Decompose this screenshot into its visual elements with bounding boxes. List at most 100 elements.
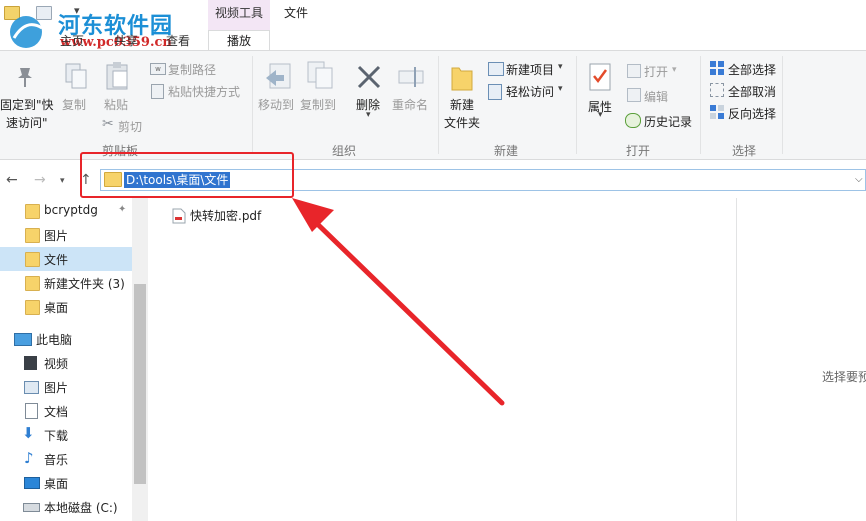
nav-item-documents[interactable]: 文档 <box>0 399 132 423</box>
delete-icon <box>357 65 381 89</box>
paste-shortcut-icon <box>151 84 164 99</box>
properties-icon <box>589 63 611 91</box>
nav-item-label: 桌面 <box>44 301 69 315</box>
nav-item-label: 视频 <box>44 357 69 371</box>
nav-item-this-pc[interactable]: 此电脑 <box>0 327 132 351</box>
nav-item-label: 文件 <box>44 253 69 267</box>
paste-button[interactable]: 粘贴 <box>104 96 128 113</box>
folder-icon <box>25 276 40 291</box>
nav-item-label: bcryptdg <box>44 203 98 217</box>
cut-button[interactable]: 剪切 <box>118 118 142 135</box>
back-arrow-icon[interactable]: ← <box>6 172 18 188</box>
open-dropdown-icon[interactable]: ▾ <box>672 65 677 75</box>
rename-button[interactable]: 重命名 <box>392 96 428 113</box>
documents-icon <box>25 403 38 419</box>
copy-path-button[interactable]: 复制路径 <box>168 61 216 78</box>
pin-quick-access-button[interactable]: 固定到"快 <box>0 96 54 113</box>
pin-icon <box>18 68 32 87</box>
recent-locations-chevron-icon[interactable]: ▾ <box>60 176 65 186</box>
video-icon <box>24 356 37 370</box>
ribbon-separator <box>782 56 783 154</box>
nav-item-label: 新建文件夹 (3) <box>44 277 125 291</box>
folder-icon <box>25 252 40 267</box>
folder-icon <box>25 204 40 219</box>
annotation-highlight-box <box>80 152 294 198</box>
new-folder-button[interactable]: 新建 <box>450 96 474 113</box>
nav-item-bcryptdg[interactable]: bcryptdg ✦ <box>0 199 132 223</box>
select-group-label: 选择 <box>732 144 757 158</box>
move-to-icon <box>266 63 291 89</box>
tab-view[interactable]: 查看 <box>166 32 190 49</box>
nav-item-new-folder-3[interactable]: 新建文件夹 (3) <box>0 271 132 295</box>
open-group-label: 打开 <box>626 144 651 158</box>
folder-icon <box>25 300 40 315</box>
new-item-button[interactable]: 新建项目 <box>506 61 554 78</box>
copy-path-icon: w <box>150 63 166 75</box>
nav-item-label: 桌面 <box>44 477 69 491</box>
organize-group-label: 组织 <box>332 144 357 158</box>
tab-home[interactable]: 主页 <box>60 32 84 49</box>
paste-shortcut-button[interactable]: 粘贴快捷方式 <box>168 83 240 100</box>
new-folder-label-2: 文件夹 <box>444 116 481 130</box>
copy-icon <box>65 63 87 89</box>
nav-item-label: 图片 <box>44 229 69 243</box>
new-group-label: 新建 <box>494 144 519 158</box>
ribbon-separator <box>576 56 577 154</box>
folder-icon <box>25 228 40 243</box>
tab-play[interactable]: 播放 <box>208 30 270 50</box>
paste-icon <box>106 62 128 90</box>
copy-button[interactable]: 复制 <box>62 96 86 113</box>
copy-to-button[interactable]: 复制到 <box>300 96 336 113</box>
preview-pane-divider[interactable] <box>736 198 737 521</box>
context-tab-group-label: 视频工具 <box>214 6 263 20</box>
computer-icon <box>14 333 32 346</box>
forward-arrow-icon[interactable]: → <box>34 172 46 188</box>
nav-pane-scrollbar-thumb[interactable] <box>134 284 146 484</box>
download-icon: ⬇ <box>22 424 35 442</box>
easy-access-dropdown-icon[interactable]: ▾ <box>558 84 563 94</box>
preview-pane-hint: 选择要预 <box>822 370 866 384</box>
select-all-icon <box>710 61 724 75</box>
pin-icon: ✦ <box>118 204 127 215</box>
new-item-icon <box>488 62 504 76</box>
nav-item-desktop-quick[interactable]: 桌面 <box>0 295 132 319</box>
select-all-button[interactable]: 全部选择 <box>728 61 776 78</box>
ribbon-separator <box>700 56 701 154</box>
invert-selection-button[interactable]: 反向选择 <box>728 105 776 122</box>
nav-item-pictures[interactable]: 图片 <box>0 375 132 399</box>
history-icon <box>625 113 641 128</box>
nav-item-files-selected[interactable]: 文件 <box>0 247 132 271</box>
edit-icon <box>627 88 641 102</box>
properties-dropdown-icon[interactable]: ▾ <box>598 110 603 120</box>
nav-item-label: 图片 <box>44 381 69 395</box>
open-button[interactable]: 打开 <box>644 63 668 80</box>
nav-item-music[interactable]: ♪ 音乐 <box>0 447 132 471</box>
nav-item-label: 文档 <box>44 405 69 419</box>
move-to-button[interactable]: 移动到 <box>258 96 294 113</box>
new-item-dropdown-icon[interactable]: ▾ <box>558 62 563 72</box>
history-button[interactable]: 历史记录 <box>644 113 692 130</box>
nav-item-local-disk-c[interactable]: 本地磁盘 (C:) <box>0 495 132 519</box>
pdf-file-icon <box>172 208 186 224</box>
music-icon: ♪ <box>24 449 34 467</box>
rename-icon <box>398 67 424 87</box>
tab-share[interactable]: 共享 <box>114 32 138 49</box>
address-dropdown-chevron-icon[interactable]: ⌵ <box>855 174 863 185</box>
open-icon <box>627 64 641 78</box>
file-menu-tab[interactable]: 文件 <box>284 4 308 21</box>
delete-dropdown-icon[interactable]: ▾ <box>366 110 371 120</box>
nav-item-videos[interactable]: 视频 <box>0 351 132 375</box>
nav-item-pictures-quick[interactable]: 图片 <box>0 223 132 247</box>
easy-access-button[interactable]: 轻松访问 <box>506 83 554 100</box>
invert-selection-icon <box>710 105 724 119</box>
edit-button[interactable]: 编辑 <box>644 88 668 105</box>
select-none-button[interactable]: 全部取消 <box>728 83 776 100</box>
pin-quick-access-label-2: 速访问" <box>6 116 48 130</box>
ribbon-separator <box>252 56 253 154</box>
copy-to-icon <box>307 61 333 89</box>
desktop-icon <box>24 477 40 489</box>
nav-item-desktop[interactable]: 桌面 <box>0 471 132 495</box>
nav-item-downloads[interactable]: ⬇ 下载 <box>0 423 132 447</box>
ribbon-separator <box>438 56 439 154</box>
file-name: 快转加密.pdf <box>190 209 262 223</box>
